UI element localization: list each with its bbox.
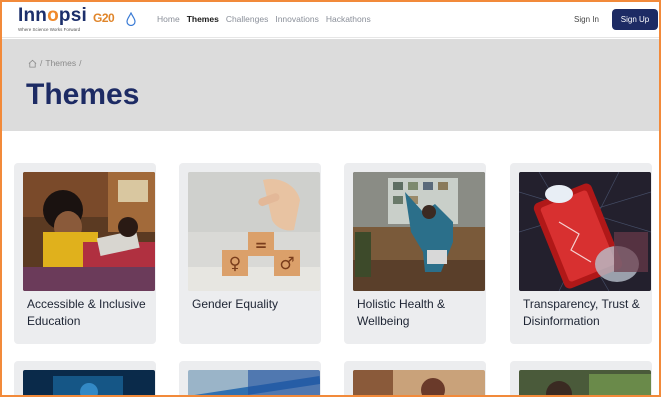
breadcrumb-separator: / bbox=[40, 58, 43, 68]
theme-card-transparency[interactable]: Transparency, Trust & Disinformation bbox=[510, 163, 652, 344]
card-image bbox=[519, 370, 651, 397]
svg-text:♀: ♀ bbox=[229, 254, 241, 274]
card-image bbox=[188, 370, 320, 397]
card-title: Accessible & Inclusive Education bbox=[27, 297, 146, 328]
theme-card-health[interactable]: Holistic Health & Wellbeing bbox=[344, 163, 486, 344]
nav-innovations[interactable]: Innovations bbox=[275, 14, 318, 24]
card-title: Transparency, Trust & Disinformation bbox=[523, 297, 640, 328]
sign-up-button[interactable]: Sign Up bbox=[612, 9, 658, 30]
g20-logo: G20 bbox=[93, 11, 115, 25]
breadcrumb-themes[interactable]: Themes bbox=[45, 58, 76, 68]
nav-challenges[interactable]: Challenges bbox=[226, 14, 269, 24]
nav-hackathons[interactable]: Hackathons bbox=[326, 14, 371, 24]
card-image bbox=[353, 370, 485, 397]
nav-themes[interactable]: Themes bbox=[187, 14, 219, 24]
theme-card-row2-1[interactable] bbox=[14, 361, 156, 397]
theme-card-row2-4[interactable] bbox=[510, 361, 652, 397]
breadcrumb: / Themes / bbox=[28, 58, 81, 68]
card-image-transparency bbox=[519, 172, 651, 291]
innopsi-logo[interactable]: Innopsi Where Science Works Forward bbox=[18, 5, 87, 33]
card-title: Holistic Health & Wellbeing bbox=[357, 297, 446, 328]
theme-card-row2-3[interactable] bbox=[344, 361, 486, 397]
theme-card-gender[interactable]: ♀ = ♂ Gender Equality bbox=[179, 163, 321, 344]
top-header: Innopsi Where Science Works Forward G20 … bbox=[0, 0, 661, 38]
page-title: Themes bbox=[26, 78, 140, 111]
card-image-health bbox=[353, 172, 485, 291]
breadcrumb-separator: / bbox=[79, 58, 82, 68]
main-nav: Home Themes Challenges Innovations Hacka… bbox=[157, 14, 371, 24]
home-icon[interactable] bbox=[28, 59, 37, 68]
theme-card-education[interactable]: Accessible & Inclusive Education bbox=[14, 163, 156, 344]
card-image-gender: ♀ = ♂ bbox=[188, 172, 320, 291]
logo-wordmark: Innopsi bbox=[18, 5, 87, 26]
theme-card-row2-2[interactable] bbox=[179, 361, 321, 397]
card-image bbox=[23, 370, 155, 397]
logo-tagline: Where Science Works Forward bbox=[18, 27, 81, 32]
nav-home[interactable]: Home bbox=[157, 14, 180, 24]
card-image-education bbox=[23, 172, 155, 291]
water-drop-icon bbox=[126, 12, 136, 26]
svg-text:=: = bbox=[255, 236, 268, 254]
card-title: Gender Equality bbox=[192, 297, 279, 311]
svg-text:♂: ♂ bbox=[279, 254, 294, 274]
sign-in-link[interactable]: Sign In bbox=[574, 15, 599, 24]
